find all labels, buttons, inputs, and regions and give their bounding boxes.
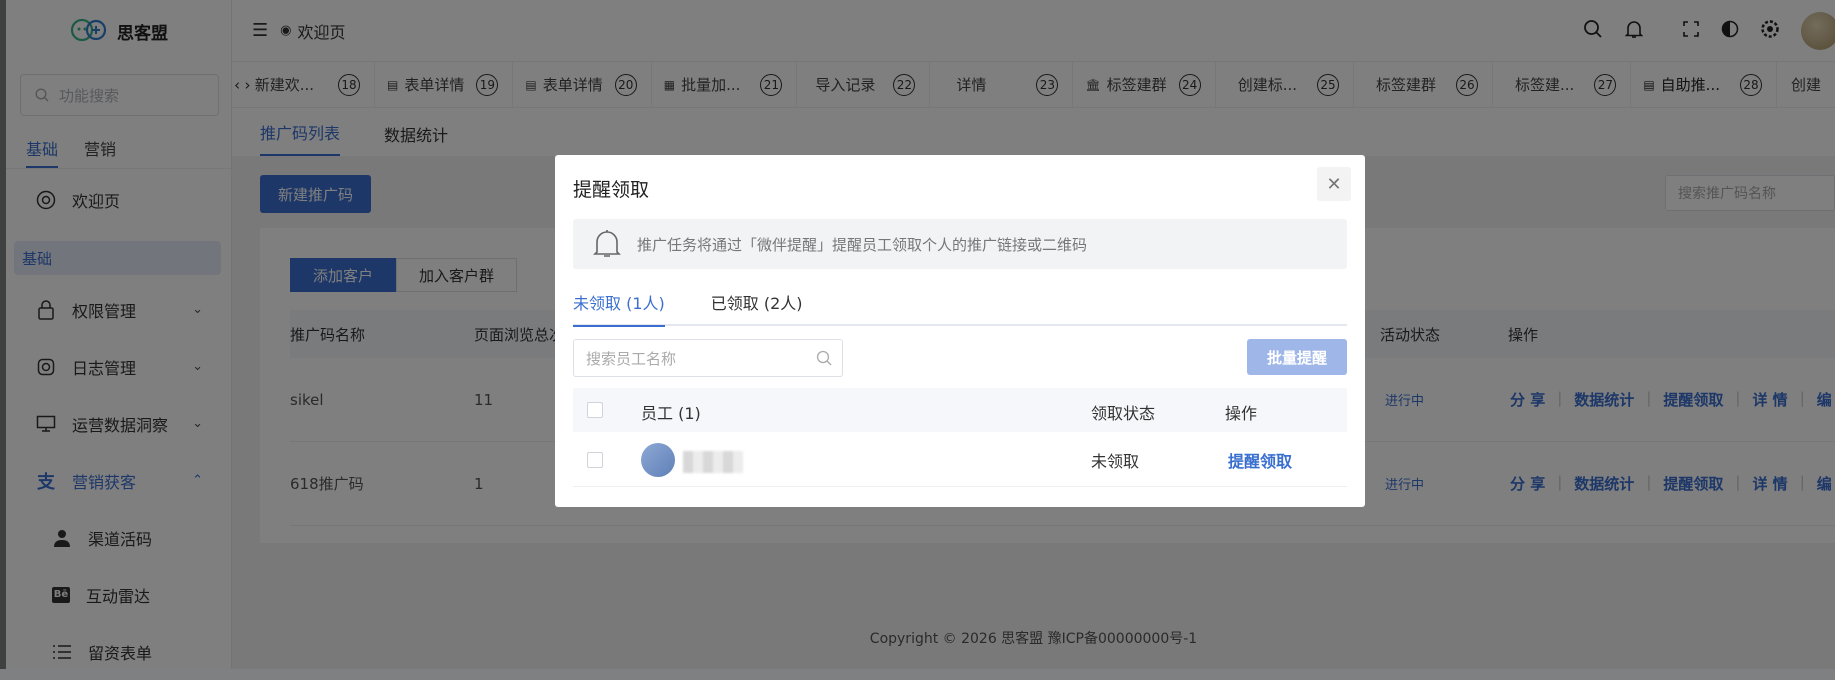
tab-unclaimed[interactable]: 未领取 (1人) <box>573 290 665 327</box>
employee-table-header: 员工 (1) 领取状态 操作 <box>573 388 1347 432</box>
table-row: 未领取 提醒领取 <box>573 433 1347 487</box>
notice-text: 推广任务将通过「微伴提醒」提醒员工领取个人的推广链接或二维码 <box>637 235 1088 254</box>
search-placeholder: 搜索员工名称 <box>586 349 677 368</box>
avatar <box>641 443 675 477</box>
tab-claimed[interactable]: 已领取 (2人) <box>711 290 803 324</box>
notice-banner: 推广任务将通过「微伴提醒」提醒员工领取个人的推广链接或二维码 <box>573 219 1347 269</box>
batch-remind-button[interactable]: 批量提醒 <box>1247 339 1347 375</box>
column-ops: 操作 <box>1225 404 1258 423</box>
bell-icon <box>593 230 621 257</box>
row-checkbox[interactable] <box>587 452 603 468</box>
claim-status: 未领取 <box>1091 452 1140 471</box>
column-claim-status: 领取状态 <box>1091 404 1156 423</box>
search-icon <box>816 350 832 366</box>
column-employee: 员工 (1) <box>641 404 701 423</box>
remind-claim-dialog: 提醒领取 ✕ 推广任务将通过「微伴提醒」提醒员工领取个人的推广链接或二维码 未领… <box>555 155 1365 507</box>
select-all-checkbox[interactable] <box>587 402 603 418</box>
close-icon[interactable]: ✕ <box>1317 167 1351 201</box>
remind-claim-link[interactable]: 提醒领取 <box>1228 448 1292 472</box>
employee-name-redacted <box>683 451 743 473</box>
dialog-title: 提醒领取 <box>573 179 650 201</box>
employee-search-input[interactable]: 搜索员工名称 <box>573 339 843 377</box>
dialog-tabs: 未领取 (1人) 已领取 (2人) <box>573 290 1347 327</box>
